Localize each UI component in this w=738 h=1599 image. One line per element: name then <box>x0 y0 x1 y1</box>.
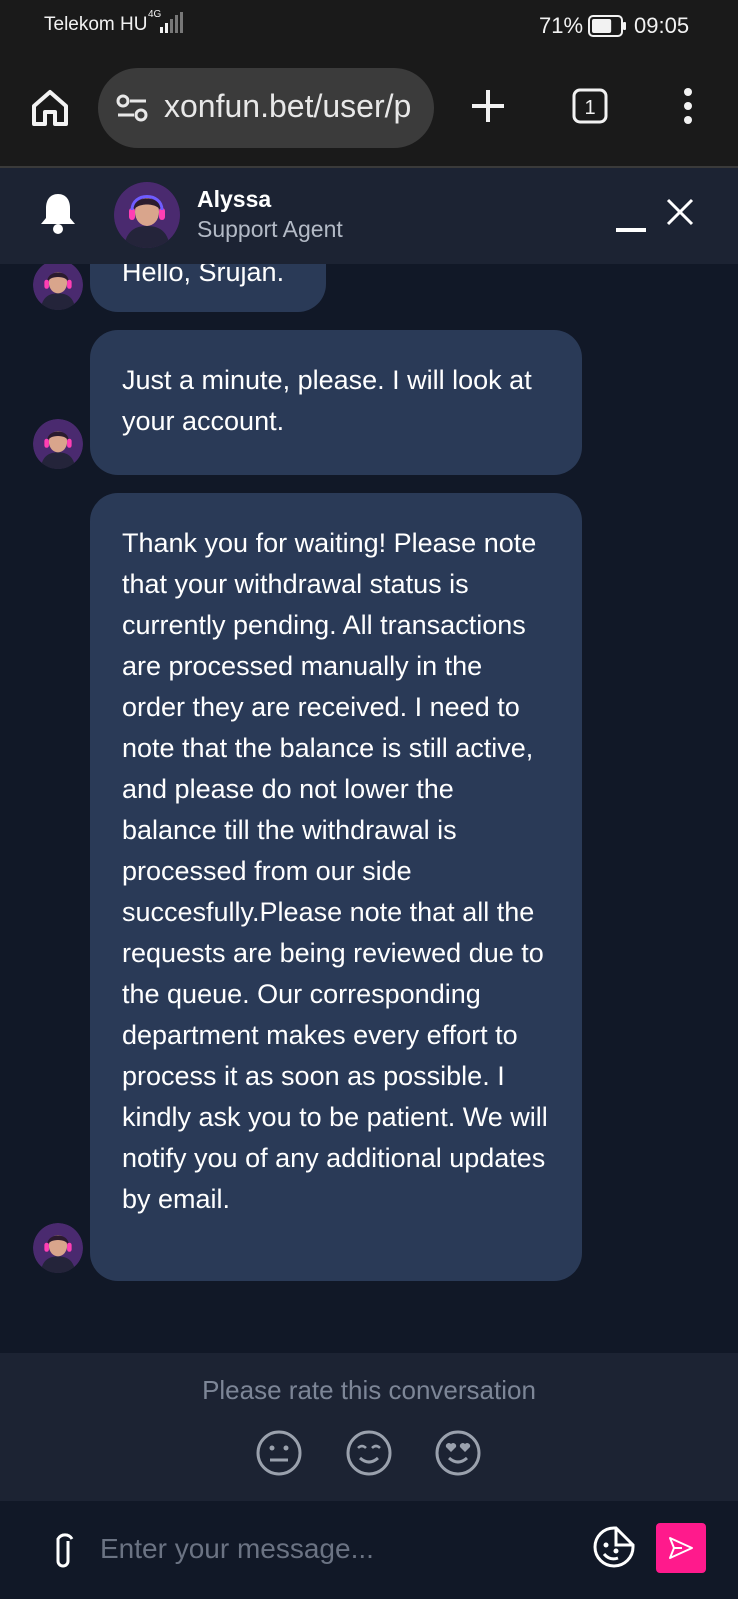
message-text: Just a minute, please. I will look at yo… <box>122 365 532 436</box>
agent-name: Alyssa <box>197 186 272 212</box>
message-bubble: Thank you for waiting! Please note that … <box>90 493 582 1281</box>
message-input[interactable] <box>98 1523 572 1575</box>
bell-icon[interactable] <box>38 190 78 236</box>
agent-role: Support Agent <box>197 216 343 242</box>
agent-avatar <box>33 419 83 469</box>
more-vert-icon[interactable] <box>676 86 700 126</box>
paperclip-icon[interactable] <box>54 1529 76 1571</box>
message-list[interactable]: Hello, Srujan. Just a minute, please. I … <box>0 264 738 1350</box>
carrier-name: Telekom HU <box>44 14 148 35</box>
message-bubble: Just a minute, please. I will look at yo… <box>90 330 582 475</box>
tab-count: 1 <box>584 97 595 119</box>
message-composer <box>0 1501 738 1599</box>
agent-avatar <box>33 1223 83 1273</box>
minimize-icon[interactable] <box>614 204 648 234</box>
agent-avatar <box>114 182 180 248</box>
battery-percent: 71% <box>539 13 584 38</box>
home-icon[interactable] <box>28 86 72 130</box>
send-icon <box>669 1537 693 1559</box>
browser-toolbar: xonfun.bet/user/p 1 <box>0 52 738 168</box>
battery-icon <box>588 15 626 37</box>
signal-icon <box>160 12 183 33</box>
message-text: Hello, Srujan. <box>122 264 285 287</box>
rating-prompt: Please rate this conversation <box>202 1375 536 1405</box>
address-bar[interactable]: xonfun.bet/user/p <box>98 68 434 148</box>
neutral-face-icon[interactable] <box>255 1429 303 1477</box>
message-text: Thank you for waiting! Please note that … <box>122 528 548 1214</box>
rating-panel: Please rate this conversation <box>0 1353 738 1501</box>
url-text[interactable]: xonfun.bet/user/p <box>164 88 411 125</box>
clock: 09:05 <box>634 13 690 38</box>
plus-icon[interactable] <box>468 86 508 126</box>
heart-eyes-face-icon[interactable] <box>434 1429 482 1477</box>
chat-header: Alyssa Support Agent <box>0 168 738 264</box>
send-button[interactable] <box>656 1523 706 1573</box>
site-settings-icon[interactable] <box>116 94 148 122</box>
close-icon[interactable] <box>666 198 694 226</box>
sticker-icon[interactable] <box>592 1525 636 1569</box>
tabs-icon[interactable]: 1 <box>572 88 608 124</box>
message-bubble: Hello, Srujan. <box>90 264 326 312</box>
smiling-face-icon[interactable] <box>345 1429 393 1477</box>
agent-avatar <box>33 264 83 310</box>
status-bar: Telekom HU 4G 71% 09:05 <box>0 0 738 52</box>
